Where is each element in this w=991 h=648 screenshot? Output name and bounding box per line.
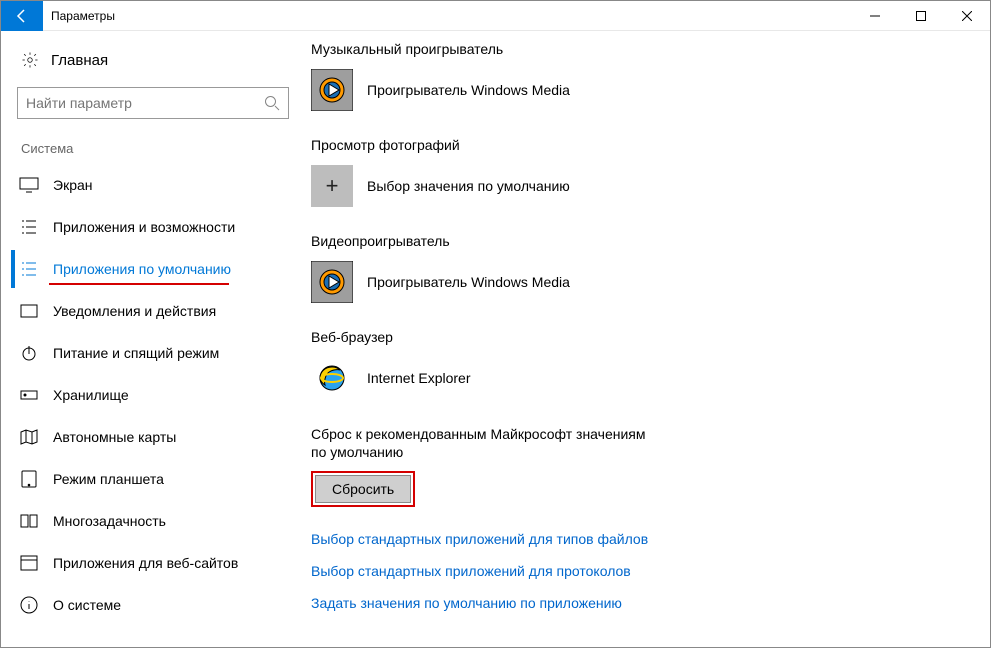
sidebar-item-offline-maps[interactable]: Автономные карты: [11, 416, 301, 458]
maximize-button[interactable]: [898, 1, 944, 31]
tablet-icon: [19, 469, 39, 489]
highlight-underline: [49, 283, 229, 285]
websites-icon: [19, 553, 39, 573]
sidebar-item-display[interactable]: Экран: [11, 164, 301, 206]
sidebar-item-label: Автономные карты: [53, 429, 176, 445]
minimize-icon: [870, 11, 880, 21]
sidebar-item-label: Приложения и возможности: [53, 219, 235, 235]
group-web-browser: Веб-браузер Internet Explorer: [311, 329, 970, 399]
notification-icon: [19, 301, 39, 321]
group-title: Веб-браузер: [311, 329, 970, 345]
arrow-left-icon: [14, 8, 30, 24]
sidebar: Главная Система Экран Приложения и возмо…: [1, 31, 301, 647]
sidebar-home[interactable]: Главная: [11, 41, 301, 79]
search-box[interactable]: [17, 87, 289, 119]
gear-icon: [21, 51, 39, 69]
sidebar-item-apps-features[interactable]: Приложения и возможности: [11, 206, 301, 248]
sidebar-item-default-apps[interactable]: Приложения по умолчанию: [11, 248, 301, 290]
app-label: Выбор значения по умолчанию: [367, 178, 570, 194]
media-player-icon: [311, 261, 353, 303]
wmp-icon: [311, 69, 353, 111]
sidebar-item-label: Режим планшета: [53, 471, 164, 487]
list-icon: [19, 217, 39, 237]
sidebar-item-multitasking[interactable]: Многозадачность: [11, 500, 301, 542]
reset-description: Сброс к рекомендованным Майкрософт значе…: [311, 425, 651, 461]
info-icon: [19, 595, 39, 615]
storage-icon: [19, 385, 39, 405]
search-input[interactable]: [26, 95, 264, 111]
sidebar-section-label: Система: [21, 141, 301, 156]
sidebar-item-label: Многозадачность: [53, 513, 166, 529]
sidebar-item-label: Питание и спящий режим: [53, 345, 219, 361]
link-by-app[interactable]: Задать значения по умолчанию по приложен…: [311, 595, 970, 611]
app-label: Internet Explorer: [367, 370, 471, 386]
sidebar-home-label: Главная: [51, 52, 108, 69]
map-icon: [19, 427, 39, 447]
sidebar-item-about[interactable]: О системе: [11, 584, 301, 626]
group-title: Видеопроигрыватель: [311, 233, 970, 249]
sidebar-item-notifications[interactable]: Уведомления и действия: [11, 290, 301, 332]
media-player-icon: [311, 69, 353, 111]
group-music-player: Музыкальный проигрыватель Проигрыватель …: [311, 41, 970, 111]
close-button[interactable]: [944, 1, 990, 31]
window-controls: [852, 1, 990, 31]
titlebar: Параметры: [1, 1, 990, 31]
sidebar-item-power-sleep[interactable]: Питание и спящий режим: [11, 332, 301, 374]
window-title: Параметры: [51, 9, 115, 23]
monitor-icon: [19, 175, 39, 195]
back-button[interactable]: [1, 1, 43, 31]
app-selector[interactable]: Проигрыватель Windows Media: [311, 261, 970, 303]
sidebar-item-tablet-mode[interactable]: Режим планшета: [11, 458, 301, 500]
group-title: Просмотр фотографий: [311, 137, 970, 153]
app-label: Проигрыватель Windows Media: [367, 82, 570, 98]
reset-button-highlight: Сбросить: [311, 471, 415, 507]
default-apps-icon: [19, 259, 39, 279]
app-selector[interactable]: + Выбор значения по умолчанию: [311, 165, 970, 207]
internet-explorer-icon: [311, 357, 353, 399]
sidebar-item-apps-websites[interactable]: Приложения для веб-сайтов: [11, 542, 301, 584]
main-panel: Музыкальный проигрыватель Проигрыватель …: [301, 31, 990, 647]
close-icon: [962, 11, 972, 21]
group-photo-viewer: Просмотр фотографий + Выбор значения по …: [311, 137, 970, 207]
power-icon: [19, 343, 39, 363]
reset-button[interactable]: Сбросить: [315, 475, 411, 503]
sidebar-item-label: О системе: [53, 597, 121, 613]
ie-icon: [311, 357, 353, 399]
app-selector[interactable]: Проигрыватель Windows Media: [311, 69, 970, 111]
minimize-button[interactable]: [852, 1, 898, 31]
group-video-player: Видеопроигрыватель Проигрыватель Windows…: [311, 233, 970, 303]
link-protocols[interactable]: Выбор стандартных приложений для протоко…: [311, 563, 970, 579]
multitasking-icon: [19, 511, 39, 531]
sidebar-item-storage[interactable]: Хранилище: [11, 374, 301, 416]
sidebar-item-label: Уведомления и действия: [53, 303, 216, 319]
plus-icon: +: [311, 165, 353, 207]
group-title: Музыкальный проигрыватель: [311, 41, 970, 57]
maximize-icon: [916, 11, 926, 21]
related-links: Выбор стандартных приложений для типов ф…: [311, 531, 970, 611]
wmp-icon: [311, 261, 353, 303]
app-selector[interactable]: Internet Explorer: [311, 357, 970, 399]
sidebar-item-label: Приложения для веб-сайтов: [53, 555, 238, 571]
search-icon: [264, 95, 280, 111]
sidebar-item-label: Экран: [53, 177, 93, 193]
app-label: Проигрыватель Windows Media: [367, 274, 570, 290]
sidebar-item-label: Приложения по умолчанию: [53, 261, 231, 278]
sidebar-item-label: Хранилище: [53, 387, 129, 403]
link-file-types[interactable]: Выбор стандартных приложений для типов ф…: [311, 531, 970, 547]
